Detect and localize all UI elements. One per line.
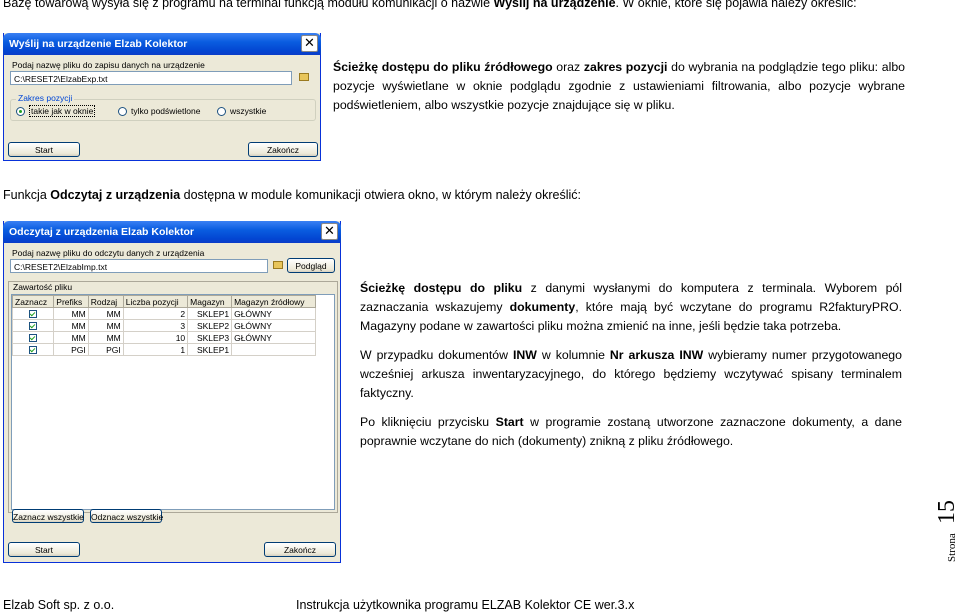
table-cell: 10 — [122, 331, 189, 344]
column-header[interactable]: Zaznacz — [11, 295, 55, 308]
radio-as-in-window-label[interactable]: takie jak w oknie — [29, 105, 96, 117]
table-cell: MM — [87, 331, 124, 344]
table-row[interactable]: MM MM 3 SKLEP2 GŁÓWNY — [11, 319, 316, 332]
page-label: Strona — [946, 533, 958, 562]
table-cell: GŁÓWNY — [231, 319, 316, 332]
checkbox[interactable] — [29, 322, 38, 331]
checkbox[interactable] — [29, 310, 38, 319]
item-range-group-title: Zakres pozycji — [16, 93, 75, 103]
description-paragraph-1: Ścieżkę dostępu do pliku źródłowego oraz… — [333, 60, 905, 112]
column-header[interactable]: Magazyn źródłowy — [231, 295, 316, 308]
start-button[interactable]: Start — [8, 142, 80, 157]
file-content-tab[interactable]: Zawartość pliku — [13, 282, 72, 292]
table-cell: SKLEP1 — [187, 307, 233, 320]
footer-company: Elzab Soft sp. z o.o. — [3, 598, 115, 612]
finish-button[interactable]: Zakończ — [264, 542, 336, 557]
intro-paragraph-1: Bazę towarową wysyła się z programu na t… — [3, 0, 857, 10]
preview-button[interactable]: Podgląd — [287, 258, 335, 273]
table-cell: 2 — [122, 307, 189, 320]
select-cell[interactable] — [11, 343, 55, 356]
column-header[interactable]: Prefiks — [53, 295, 89, 308]
select-cell[interactable] — [11, 307, 55, 320]
column-header[interactable]: Magazyn — [187, 295, 233, 308]
select-cell[interactable] — [11, 331, 55, 344]
start-button[interactable]: Start — [8, 542, 80, 557]
table-cell: MM — [53, 307, 89, 320]
description-paragraph-4: Po kliknięciu przycisku Start w programi… — [360, 415, 902, 448]
folder-icon[interactable] — [299, 73, 309, 81]
radio-as-in-window[interactable] — [16, 107, 25, 116]
window-title-bar: Wyślij na urządzenie Elzab Kolektor ✕ — [3, 33, 321, 55]
window-title-bar: Odczytaj z urządzenia Elzab Kolektor ✕ — [3, 221, 341, 243]
table-cell: PGI — [53, 343, 89, 356]
table-row[interactable]: MM MM 10 SKLEP3 GŁÓWNY — [11, 331, 316, 344]
table-cell: 3 — [122, 319, 189, 332]
footer-document-title: Instrukcja użytkownika programu ELZAB Ko… — [296, 598, 635, 612]
column-header[interactable]: Rodzaj — [87, 295, 124, 308]
file-name-label: Podaj nazwę pliku do odczytu danych z ur… — [12, 248, 205, 258]
read-from-device-window: Odczytaj z urządzenia Elzab Kolektor ✕ P… — [3, 221, 341, 563]
table-row[interactable]: PGI PGI 1 SKLEP1 — [11, 343, 316, 356]
checkbox[interactable] — [29, 334, 38, 343]
file-path-input[interactable]: C:\RESET2\ElzabImp.txt — [10, 259, 268, 273]
deselect-all-button[interactable]: Odznacz wszystkie — [90, 509, 163, 523]
item-range-group: Zakres pozycji takie jak w oknie tylko p… — [10, 93, 316, 121]
table-cell: MM — [87, 307, 124, 320]
documents-table: Zaznacz Prefiks Rodzaj Liczba pozycji Ma… — [11, 295, 316, 356]
checkbox[interactable] — [29, 346, 38, 355]
file-name-label: Podaj nazwę pliku do zapisu danych na ur… — [12, 60, 205, 70]
send-to-device-window: Wyślij na urządzenie Elzab Kolektor ✕ Po… — [3, 33, 321, 161]
description-paragraph-2: Ścieżkę dostępu do pliku z danymi wysłan… — [360, 281, 902, 333]
table-cell: SKLEP1 — [187, 343, 233, 356]
table-row[interactable]: MM MM 2 SKLEP1 GŁÓWNY — [11, 307, 316, 320]
select-all-button[interactable]: Zaznacz wszystkie — [12, 509, 84, 523]
table-cell: GŁÓWNY — [231, 307, 316, 320]
file-path-input[interactable]: C:\RESET2\ElzabExp.txt — [10, 71, 292, 85]
table-cell: SKLEP3 — [187, 331, 233, 344]
close-icon[interactable]: ✕ — [301, 35, 318, 52]
select-cell[interactable] — [11, 319, 55, 332]
intro-paragraph-2: Funkcja Odczytaj z urządzenia dostępna w… — [3, 188, 582, 202]
table-header-row: Zaznacz Prefiks Rodzaj Liczba pozycji Ma… — [11, 295, 316, 308]
table-cell: SKLEP2 — [187, 319, 233, 332]
radio-all-label[interactable]: wszystkie — [230, 106, 266, 116]
finish-button[interactable]: Zakończ — [248, 142, 318, 157]
table-cell: PGI — [87, 343, 124, 356]
table-cell — [231, 343, 316, 356]
description-paragraph-3: W przypadku dokumentów INW w kolumnie Nr… — [360, 348, 902, 400]
file-content-panel: Zawartość pliku Zaznacz Prefiks Rodzaj L… — [8, 281, 338, 513]
table-cell: MM — [53, 319, 89, 332]
table-cell: MM — [53, 331, 89, 344]
folder-icon[interactable] — [273, 261, 283, 269]
table-cell: 1 — [122, 343, 189, 356]
column-header[interactable]: Liczba pozycji — [122, 295, 189, 308]
page-number: 15 — [934, 500, 960, 524]
radio-all[interactable] — [217, 107, 226, 116]
radio-highlighted-only[interactable] — [118, 107, 127, 116]
table-cell: MM — [87, 319, 124, 332]
radio-highlighted-only-label[interactable]: tylko podświetlone — [131, 106, 200, 116]
table-cell: GŁÓWNY — [231, 331, 316, 344]
documents-grid-area: Zaznacz Prefiks Rodzaj Liczba pozycji Ma… — [11, 294, 335, 510]
close-icon[interactable]: ✕ — [321, 223, 338, 240]
